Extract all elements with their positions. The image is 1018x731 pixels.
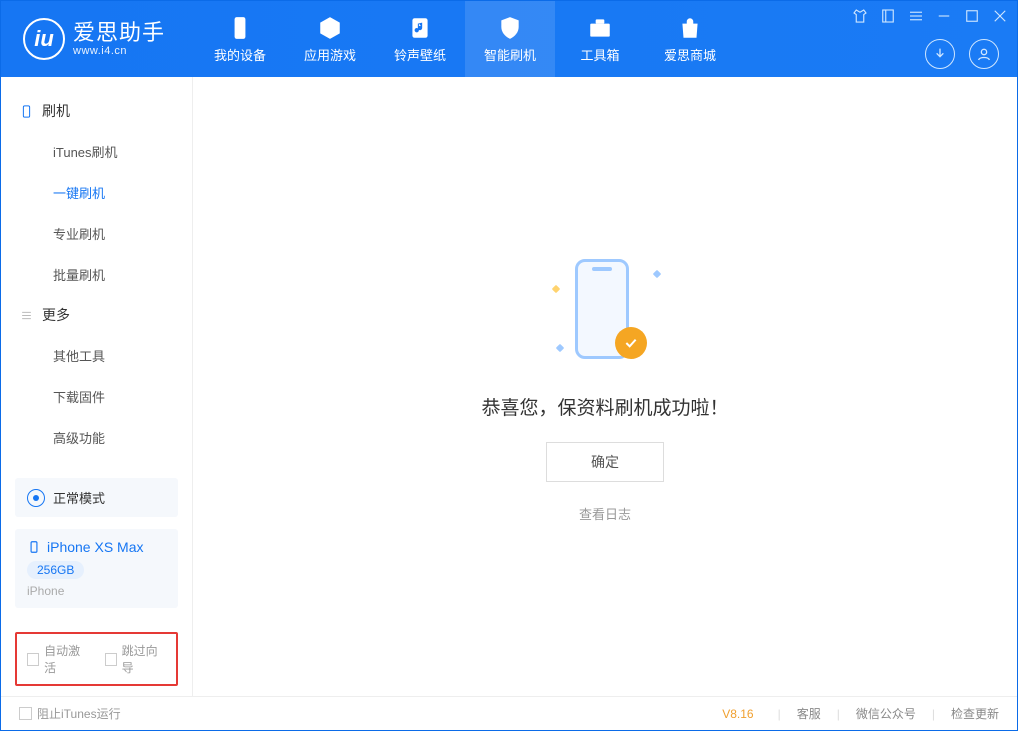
device-name: iPhone XS Max <box>27 539 166 555</box>
sidebar: 刷机 iTunes刷机 一键刷机 专业刷机 批量刷机 更多 其他工具 下载固件 … <box>1 77 193 696</box>
checkbox-icon <box>27 653 39 666</box>
sidebar-group-flash: 刷机 <box>1 91 192 131</box>
sparkle-icon <box>653 269 661 277</box>
list-icon <box>19 308 34 323</box>
box-icon <box>317 15 343 41</box>
app-url: www.i4.cn <box>73 45 165 57</box>
music-icon <box>407 15 433 41</box>
download-icon <box>932 46 948 62</box>
sidebar-item-oneclick-flash[interactable]: 一键刷机 <box>1 172 192 213</box>
shield-icon <box>497 15 523 41</box>
tab-label: 爱思商城 <box>664 45 716 64</box>
minimize-icon[interactable] <box>935 7 953 25</box>
top-tabs: 我的设备 应用游戏 铃声壁纸 智能刷机 工具箱 爱思商城 <box>195 1 735 77</box>
bag-icon <box>677 15 703 41</box>
logo[interactable]: iu 爱思助手 www.i4.cn <box>23 18 165 60</box>
tab-label: 智能刷机 <box>484 45 536 64</box>
sidebar-item-download-firmware[interactable]: 下载固件 <box>1 376 192 417</box>
sidebar-item-pro-flash[interactable]: 专业刷机 <box>1 213 192 254</box>
tab-my-device[interactable]: 我的设备 <box>195 1 285 77</box>
mode-label: 正常模式 <box>53 488 105 507</box>
main-content: 恭喜您，保资料刷机成功啦！ 确定 查看日志 <box>193 77 1017 696</box>
version-label: V8.16 <box>722 707 753 721</box>
sidebar-item-batch-flash[interactable]: 批量刷机 <box>1 254 192 295</box>
view-log-link[interactable]: 查看日志 <box>579 504 631 523</box>
mode-indicator-icon <box>27 489 45 507</box>
menu-icon[interactable] <box>907 7 925 25</box>
tab-apps-games[interactable]: 应用游戏 <box>285 1 375 77</box>
sidebar-item-other-tools[interactable]: 其他工具 <box>1 335 192 376</box>
sparkle-icon <box>552 284 560 292</box>
user-icon <box>976 46 992 62</box>
device-mode-box[interactable]: 正常模式 <box>15 478 178 517</box>
sidebar-group-more: 更多 <box>1 295 192 335</box>
toolbox-icon <box>587 15 613 41</box>
account-button[interactable] <box>969 39 999 69</box>
footer-link-support[interactable]: 客服 <box>797 705 821 722</box>
options-highlighted-row: 自动激活 跳过向导 <box>15 632 178 686</box>
success-message: 恭喜您，保资料刷机成功啦！ <box>481 393 728 420</box>
footer-link-update[interactable]: 检查更新 <box>951 705 999 722</box>
window-controls <box>851 7 1009 25</box>
tab-ringtones[interactable]: 铃声壁纸 <box>375 1 465 77</box>
footer: 阻止iTunes运行 V8.16 | 客服 | 微信公众号 | 检查更新 <box>1 696 1017 730</box>
tab-label: 工具箱 <box>581 45 620 64</box>
sidebar-item-advanced[interactable]: 高级功能 <box>1 417 192 458</box>
device-info-box[interactable]: iPhone XS Max 256GB iPhone <box>15 529 178 608</box>
body: 刷机 iTunes刷机 一键刷机 专业刷机 批量刷机 更多 其他工具 下载固件 … <box>1 77 1017 696</box>
checkbox-block-itunes[interactable]: 阻止iTunes运行 <box>19 705 121 722</box>
logo-icon: iu <box>23 18 65 60</box>
tab-label: 铃声壁纸 <box>394 45 446 64</box>
header: iu 爱思助手 www.i4.cn 我的设备 应用游戏 铃声壁纸 智能刷机 <box>1 1 1017 77</box>
header-right-actions <box>925 39 999 69</box>
checkbox-icon <box>105 653 117 666</box>
checkbox-skip-guide[interactable]: 跳过向导 <box>105 642 167 676</box>
tab-label: 应用游戏 <box>304 45 356 64</box>
confirm-button[interactable]: 确定 <box>546 442 664 482</box>
device-type: iPhone <box>27 584 166 598</box>
app-window: iu 爱思助手 www.i4.cn 我的设备 应用游戏 铃声壁纸 智能刷机 <box>0 0 1018 731</box>
tab-store[interactable]: 爱思商城 <box>645 1 735 77</box>
device-icon <box>227 15 253 41</box>
check-icon <box>623 335 639 351</box>
sparkle-icon <box>556 343 564 351</box>
tab-smart-flash[interactable]: 智能刷机 <box>465 1 555 77</box>
app-name: 爱思助手 <box>73 21 165 45</box>
shirt-icon[interactable] <box>851 7 869 25</box>
phone-icon <box>19 104 34 119</box>
footer-right: V8.16 | 客服 | 微信公众号 | 检查更新 <box>722 705 999 722</box>
footer-link-wechat[interactable]: 微信公众号 <box>856 705 916 722</box>
phone-small-icon <box>27 540 41 554</box>
download-button[interactable] <box>925 39 955 69</box>
checkbox-icon <box>19 707 32 720</box>
notebook-icon[interactable] <box>879 7 897 25</box>
success-illustration <box>545 251 665 371</box>
tab-label: 我的设备 <box>214 45 266 64</box>
close-icon[interactable] <box>991 7 1009 25</box>
check-badge-icon <box>615 327 647 359</box>
tab-toolbox[interactable]: 工具箱 <box>555 1 645 77</box>
device-capacity: 256GB <box>27 561 84 579</box>
checkbox-auto-activate[interactable]: 自动激活 <box>27 642 89 676</box>
sidebar-item-itunes-flash[interactable]: iTunes刷机 <box>1 131 192 172</box>
maximize-icon[interactable] <box>963 7 981 25</box>
